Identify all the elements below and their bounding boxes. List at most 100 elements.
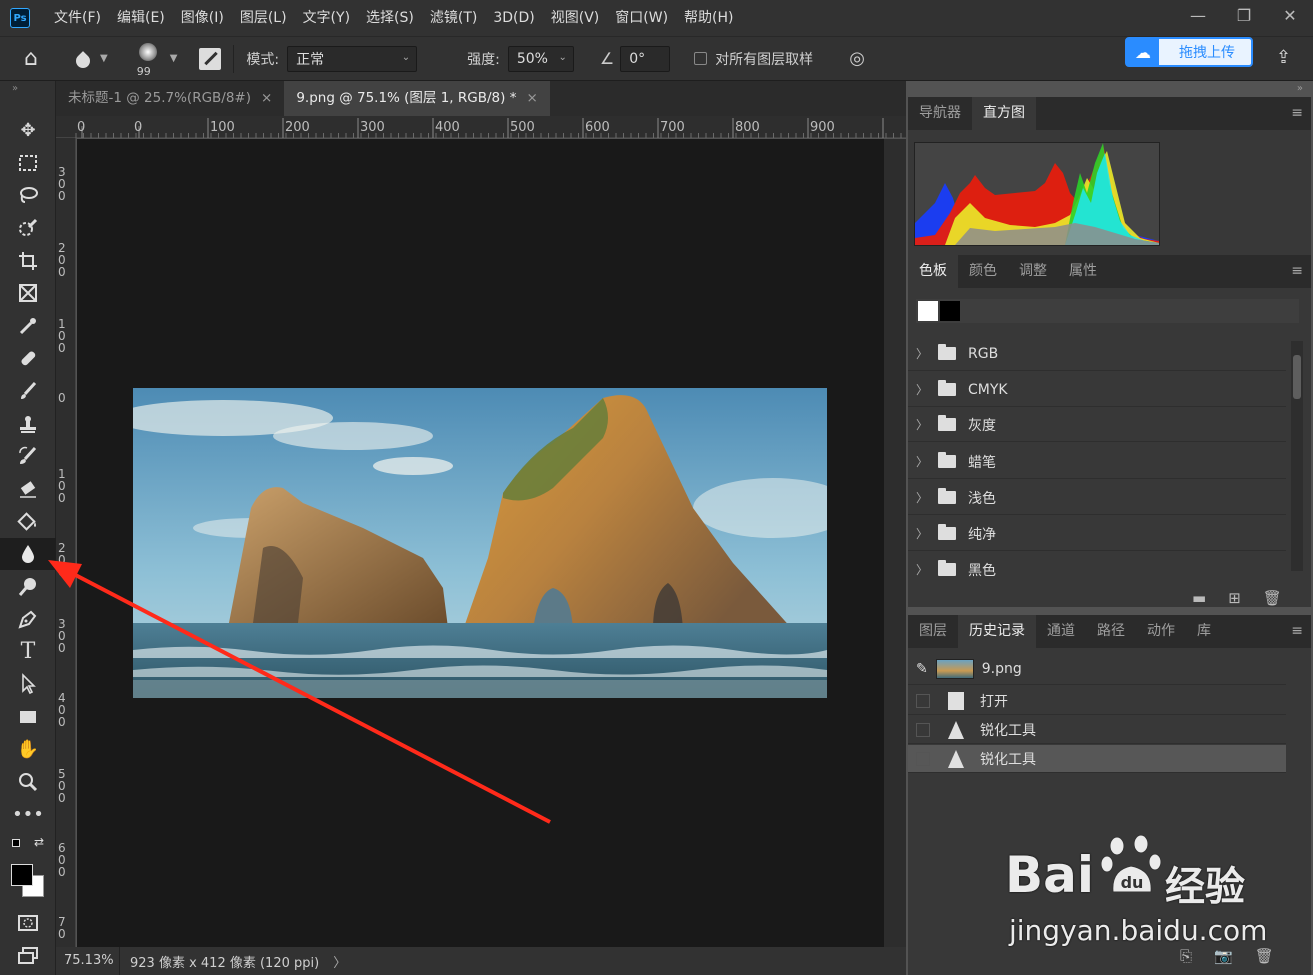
color-picker[interactable]	[0, 861, 55, 907]
menu-3d[interactable]: 3D(D)	[485, 0, 542, 36]
swatches-scrollbar[interactable]	[1291, 341, 1303, 571]
zoom-level[interactable]: 75.13%	[56, 947, 120, 975]
menu-edit[interactable]: 编辑(E)	[109, 0, 173, 36]
tab-history[interactable]: 历史记录	[958, 615, 1036, 648]
color-swap-controls[interactable]: ⇄	[0, 831, 55, 861]
more-tools-icon[interactable]: •••	[0, 798, 56, 831]
tab-paths[interactable]: 路径	[1086, 615, 1136, 648]
angle-input[interactable]: 0°	[620, 45, 671, 72]
toolbar-collapse-icon[interactable]: »	[0, 81, 55, 114]
history-brush-tool-icon[interactable]	[0, 440, 56, 473]
panel-collapse-icon[interactable]: »	[1297, 83, 1303, 94]
menu-view[interactable]: 视图(V)	[543, 0, 608, 36]
menu-file[interactable]: 文件(F)	[46, 0, 109, 36]
new-swatch-icon[interactable]: ⊞	[1228, 589, 1241, 607]
status-expand-icon[interactable]: 〉	[333, 952, 346, 971]
move-tool-icon[interactable]: ✥	[0, 114, 56, 147]
eraser-tool-icon[interactable]	[0, 473, 56, 506]
panel-menu-icon[interactable]: ≡	[1291, 263, 1303, 279]
path-selection-tool-icon[interactable]	[0, 668, 56, 701]
rectangle-tool-icon[interactable]	[0, 701, 56, 734]
history-brush-source-checkbox[interactable]	[916, 722, 930, 737]
hand-tool-icon[interactable]: ✋	[0, 733, 56, 766]
history-snapshot[interactable]: ✎ 9.png	[908, 653, 1286, 685]
brush-preset-picker[interactable]: 99	[134, 41, 162, 78]
tab-histogram[interactable]: 直方图	[972, 97, 1036, 130]
home-icon[interactable]: ⌂	[24, 46, 56, 71]
menu-filter[interactable]: 滤镜(T)	[422, 0, 485, 36]
swatch-folder[interactable]: 〉 纯净	[908, 517, 1286, 551]
strength-input[interactable]: 50% ⌄	[507, 45, 574, 72]
tab-navigator[interactable]: 导航器	[908, 97, 972, 130]
default-colors-icon[interactable]	[12, 839, 20, 848]
history-item[interactable]: 锐化工具	[908, 716, 1286, 744]
tab-channels[interactable]: 通道	[1036, 615, 1086, 648]
share-icon[interactable]: ⇪	[1276, 47, 1291, 68]
tab-libraries[interactable]: 库	[1186, 615, 1222, 648]
close-icon[interactable]: ×	[261, 90, 272, 106]
swap-colors-icon[interactable]: ⇄	[34, 835, 44, 849]
menu-select[interactable]: 选择(S)	[358, 0, 422, 36]
eyedropper-tool-icon[interactable]	[0, 310, 56, 343]
menu-layer[interactable]: 图层(L)	[232, 0, 295, 36]
pen-tool-icon[interactable]	[0, 603, 56, 636]
crop-tool-icon[interactable]	[0, 244, 56, 277]
menu-type[interactable]: 文字(Y)	[295, 0, 358, 36]
frame-tool-icon[interactable]	[0, 277, 56, 310]
sample-all-layers-checkbox[interactable]	[694, 52, 708, 65]
brush-tool-icon[interactable]	[0, 375, 56, 408]
brush-settings-icon[interactable]	[199, 47, 222, 70]
swatch-folder[interactable]: 〉 蜡笔	[908, 445, 1286, 479]
tab-swatches[interactable]: 色板	[908, 255, 958, 288]
tab-properties[interactable]: 属性	[1058, 255, 1108, 288]
tab-color[interactable]: 颜色	[958, 255, 1008, 288]
clone-stamp-tool-icon[interactable]	[0, 407, 56, 440]
history-brush-source-icon[interactable]: ✎	[916, 661, 928, 677]
new-group-folder-icon[interactable]: ▬	[1192, 589, 1206, 607]
marquee-tool-icon[interactable]	[0, 147, 56, 180]
screen-mode-icon[interactable]	[0, 940, 56, 973]
minimize-button[interactable]: —	[1175, 0, 1221, 30]
panel-menu-icon[interactable]: ≡	[1291, 105, 1303, 121]
restore-button[interactable]: ❐	[1221, 0, 1267, 30]
document-image[interactable]	[133, 388, 827, 698]
chevron-down-icon[interactable]: ▼	[100, 53, 108, 64]
pressure-strength-icon[interactable]: ◎	[849, 48, 865, 69]
tab-actions[interactable]: 动作	[1136, 615, 1186, 648]
delete-trash-icon[interactable]: 🗑	[1263, 589, 1282, 607]
tab-adjustments[interactable]: 调整	[1008, 255, 1058, 288]
quick-selection-tool-icon[interactable]	[0, 212, 56, 245]
swatch-folder[interactable]: 〉 RGB	[908, 337, 1286, 371]
swatch-folder[interactable]: 〉 黑色	[908, 553, 1286, 579]
quick-mask-icon[interactable]	[0, 907, 56, 940]
swatch-folder[interactable]: 〉 CMYK	[908, 373, 1286, 407]
blur-tool-icon[interactable]	[0, 537, 56, 571]
type-tool-icon[interactable]: T	[0, 636, 56, 669]
panel-menu-icon[interactable]: ≡	[1291, 623, 1303, 639]
menu-image[interactable]: 图像(I)	[173, 0, 232, 36]
menu-window[interactable]: 窗口(W)	[607, 0, 676, 36]
foreground-color-swatch[interactable]	[11, 864, 33, 887]
menu-help[interactable]: 帮助(H)	[676, 0, 741, 36]
history-brush-source-checkbox[interactable]	[916, 751, 930, 766]
chevron-down-icon[interactable]: ▼	[170, 53, 178, 64]
tab-9png[interactable]: 9.png @ 75.1% (图层 1, RGB/8) * ×	[284, 81, 550, 116]
zoom-tool-icon[interactable]	[0, 766, 56, 799]
healing-brush-tool-icon[interactable]	[0, 342, 56, 375]
lasso-tool-icon[interactable]	[0, 179, 56, 212]
scroll-thumb[interactable]	[1293, 355, 1301, 399]
mode-select[interactable]: 正常 ⌄	[287, 45, 418, 72]
close-icon[interactable]: ×	[526, 90, 537, 106]
dodge-tool-icon[interactable]	[0, 570, 56, 603]
swatch-white[interactable]	[918, 301, 938, 321]
swatch-black[interactable]	[940, 301, 960, 321]
history-item-selected[interactable]: 锐化工具	[908, 745, 1286, 773]
history-brush-source-checkbox[interactable]	[916, 693, 930, 708]
close-button[interactable]: ✕	[1267, 0, 1313, 30]
swatch-folder[interactable]: 〉 浅色	[908, 481, 1286, 515]
blur-tool-icon[interactable]	[73, 49, 93, 71]
swatch-folder[interactable]: 〉 灰度	[908, 408, 1286, 442]
tab-untitled[interactable]: 未标题-1 @ 25.7%(RGB/8#) ×	[56, 81, 285, 116]
paint-bucket-tool-icon[interactable]	[0, 505, 56, 538]
tab-layers[interactable]: 图层	[908, 615, 958, 648]
